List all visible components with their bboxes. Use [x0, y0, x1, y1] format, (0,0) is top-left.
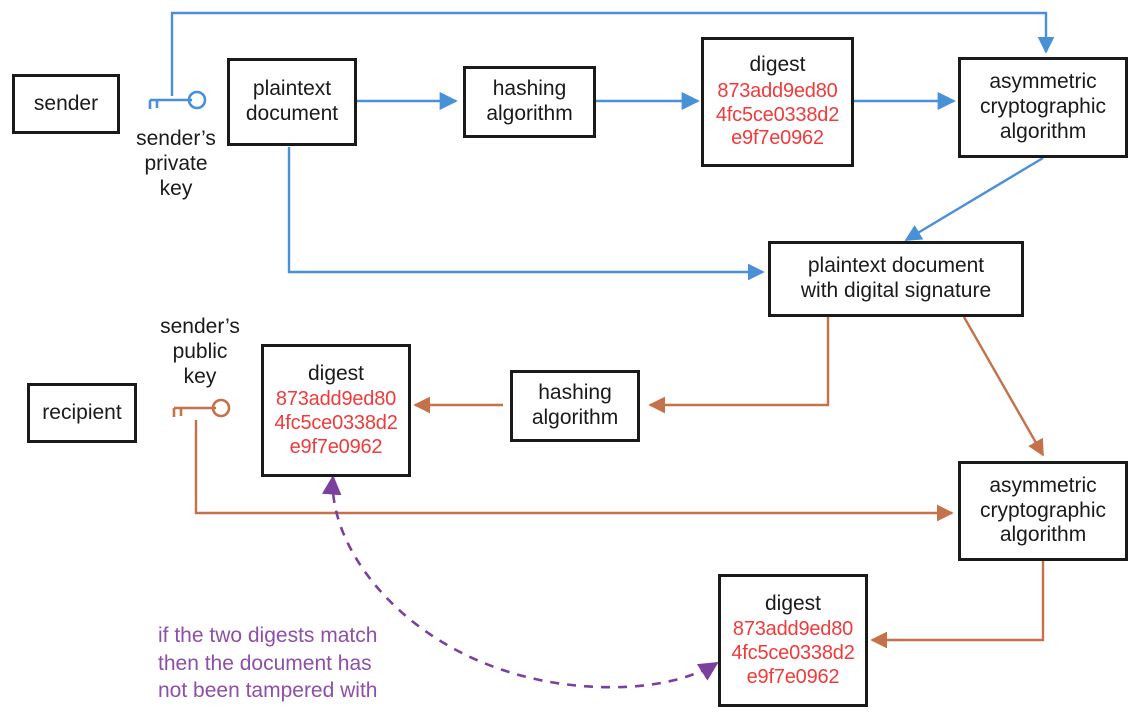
edge-asymmetric-to-signed-document — [904, 156, 1044, 242]
signed-document-line-1: plaintext document — [807, 254, 985, 278]
asymmetric-bottom-line-2: cryptographic — [979, 498, 1107, 522]
sender-private-key-label: sender’s private key — [122, 126, 230, 202]
digital-signature-diagram: sender sender’s private key plaintext do… — [0, 0, 1140, 722]
sender-public-key-icon — [172, 398, 231, 418]
public-key-line-2: public — [172, 340, 228, 364]
asymmetric-top-line-3: algorithm — [999, 119, 1087, 143]
node-plaintext-document[interactable]: plaintext document — [227, 58, 357, 146]
edge-signed-document-to-hashing — [648, 316, 830, 414]
digest-decrypted-value: 873add9ed80 4fc5ce0338d2 e9f7e0962 — [731, 618, 854, 689]
digest-top-title: digest — [749, 53, 806, 77]
annotation-line-1: if the two digests match — [158, 624, 378, 647]
plaintext-document-line-2: document — [245, 102, 339, 125]
node-recipient-label: recipient — [42, 400, 122, 424]
private-key-line-2: private — [144, 152, 208, 176]
digest-top-line-2: 4fc5ce0338d2 — [715, 103, 840, 126]
node-digest-recipient[interactable]: digest 873add9ed80 4fc5ce0338d2 e9f7e096… — [261, 344, 411, 477]
hashing-algorithm-bottom-line-1: hashing — [538, 381, 612, 405]
private-key-line-3: key — [159, 177, 193, 201]
digest-decrypted-line-2: 4fc5ce0338d2 — [731, 642, 855, 665]
node-recipient[interactable]: recipient — [27, 383, 137, 443]
node-hashing-algorithm-bottom[interactable]: hashing algorithm — [510, 370, 640, 442]
asymmetric-bottom-line-3: algorithm — [999, 523, 1087, 547]
digest-recipient-value: 873add9ed80 4fc5ce0338d2 e9f7e0962 — [274, 388, 397, 459]
asymmetric-top-line-2: cryptographic — [979, 95, 1107, 119]
node-signed-document[interactable]: plaintext document with digital signatur… — [768, 241, 1024, 317]
digest-recipient-line-1: 873add9ed80 — [275, 388, 397, 411]
node-asymmetric-algorithm-bottom[interactable]: asymmetric cryptographic algorithm — [958, 461, 1128, 561]
node-digest-decrypted[interactable]: digest 873add9ed80 4fc5ce0338d2 e9f7e096… — [718, 574, 868, 707]
digest-recipient-title: digest — [307, 361, 365, 385]
annotation-line-2: then the document has — [158, 651, 372, 675]
plaintext-document-line-1: plaintext — [252, 77, 332, 101]
node-digest-top[interactable]: digest 873add9ed80 4fc5ce0338d2 e9f7e096… — [701, 37, 854, 167]
digest-top-line-3: e9f7e0962 — [731, 127, 824, 150]
private-key-line-1: sender’s — [136, 127, 216, 150]
edge-plaintext-to-signed-document — [287, 147, 765, 281]
signed-document-line-2: with digital signature — [800, 279, 992, 302]
hashing-algorithm-top-line-2: algorithm — [486, 102, 573, 125]
node-sender[interactable]: sender — [12, 74, 120, 134]
digest-top-value: 873add9ed80 4fc5ce0338d2 e9f7e0962 — [716, 80, 839, 151]
node-asymmetric-algorithm-top[interactable]: asymmetric cryptographic algorithm — [958, 57, 1128, 158]
digest-decrypted-title: digest — [764, 591, 822, 615]
annotation-line-3: not been tampered with — [158, 679, 378, 703]
digest-recipient-line-2: 4fc5ce0338d2 — [274, 412, 398, 435]
asymmetric-top-line-1: asymmetric — [989, 70, 1097, 94]
digest-match-annotation: if the two digests match then the docume… — [158, 622, 458, 705]
digest-decrypted-line-3: e9f7e0962 — [746, 665, 840, 688]
node-sender-label: sender — [33, 91, 99, 115]
edge-asymmetric-to-digest-decrypted — [870, 561, 1045, 649]
digest-top-line-1: 873add9ed80 — [717, 79, 838, 102]
public-key-line-3: key — [183, 365, 217, 389]
digest-recipient-line-3: e9f7e0962 — [289, 435, 383, 458]
asymmetric-bottom-line-1: asymmetric — [989, 473, 1097, 497]
sender-public-key-label: sender’s public key — [146, 314, 254, 390]
edge-signed-document-to-asymmetric — [962, 316, 1045, 457]
digest-decrypted-line-1: 873add9ed80 — [732, 618, 854, 641]
public-key-line-1: sender’s — [160, 315, 240, 338]
hashing-algorithm-top-line-1: hashing — [492, 77, 567, 101]
node-hashing-algorithm-top[interactable]: hashing algorithm — [463, 66, 596, 138]
sender-private-key-icon — [148, 90, 207, 110]
hashing-algorithm-bottom-line-2: algorithm — [531, 406, 619, 429]
